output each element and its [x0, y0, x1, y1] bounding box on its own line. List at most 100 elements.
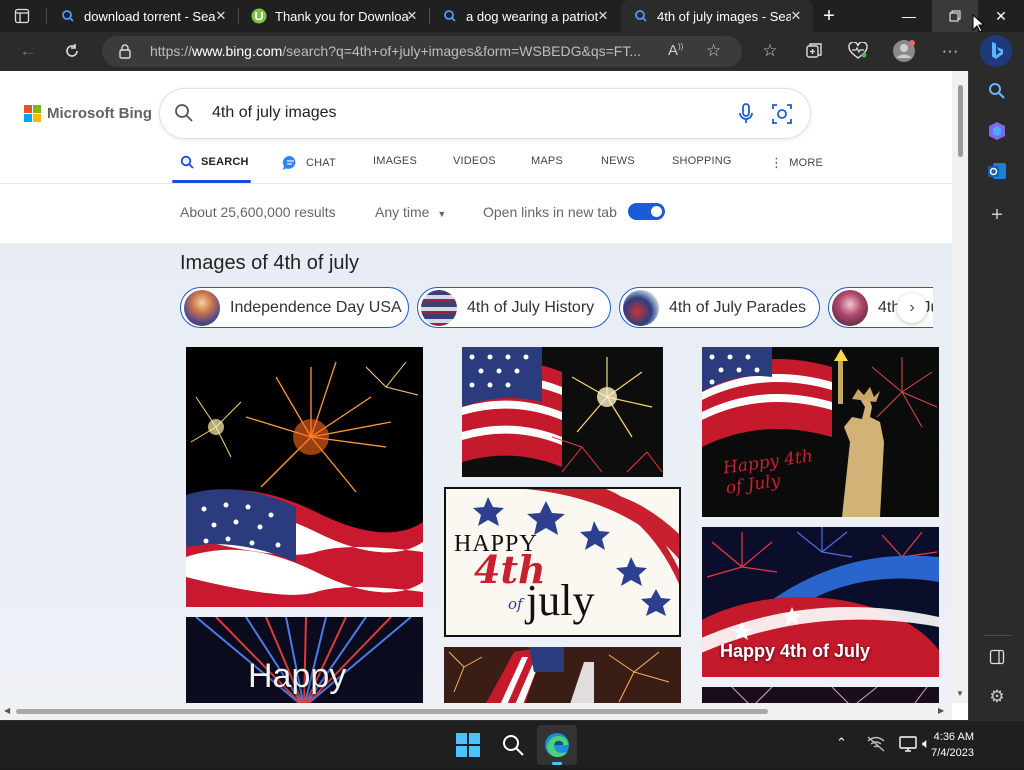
sidebar-settings-gear-icon[interactable]: ⚙	[985, 685, 1009, 709]
edge-icon	[545, 733, 569, 758]
browser-toolbar: ← https://www.bing.com/search?q=4th+of+j…	[0, 32, 1024, 71]
sidebar-add-icon[interactable]: +	[985, 203, 1009, 227]
open-links-toggle[interactable]	[628, 203, 665, 220]
favorite-star-icon[interactable]: ☆	[706, 41, 721, 61]
taskbar-search-icon[interactable]	[501, 733, 525, 762]
bing-logo[interactable]: Microsoft Bing	[24, 105, 152, 122]
tab-images[interactable]: IMAGES	[373, 155, 417, 167]
tile-happy-text: Happy	[248, 657, 347, 695]
close-tab-icon[interactable]: ✕	[787, 7, 805, 25]
image-result-flag-fireworks[interactable]	[462, 347, 663, 477]
chevron-right-icon[interactable]: ›	[897, 293, 927, 323]
sidebar-outlook-icon[interactable]	[985, 159, 1009, 183]
system-clock[interactable]: 4:36 AM 7/4/2023	[931, 729, 974, 761]
scroll-left-arrow-icon[interactable]: ◀	[4, 706, 10, 715]
back-arrow-icon[interactable]: ←	[14, 37, 42, 65]
url-prefix: https://	[150, 43, 193, 59]
volume-icon[interactable]: 🔈︎	[922, 735, 930, 752]
web-page: Microsoft Bing 4th of july images SEARCH…	[0, 71, 968, 720]
visual-search-icon[interactable]	[771, 103, 793, 130]
tab-chat[interactable]: CHAT	[282, 155, 336, 171]
read-aloud-icon[interactable]: A))	[668, 42, 683, 59]
caret-down-icon: ▼	[437, 209, 447, 219]
bing-search-icon	[442, 8, 458, 24]
bing-copilot-icon[interactable]	[980, 35, 1012, 67]
show-hidden-icons-chevron-icon[interactable]: ⌃	[836, 735, 847, 751]
horizontal-scrollbar[interactable]: ◀ ▶	[0, 703, 952, 720]
chip-4th-of-july-parades[interactable]: 4th of July Parades	[619, 287, 820, 328]
tab-label: SEARCH	[201, 156, 249, 168]
tab-label: MORE	[789, 157, 824, 169]
sidebar-hide-icon[interactable]	[985, 645, 1009, 669]
image-result-fireworks-flag[interactable]	[186, 347, 423, 607]
vertical-scrollbar[interactable]: ▼	[952, 71, 968, 703]
chip-label: 4th of July Parades	[669, 298, 806, 316]
close-tab-icon[interactable]: ✕	[212, 7, 230, 25]
tab-news[interactable]: NEWS	[601, 155, 635, 167]
tab-download-torrent[interactable]: download torrent - Sea ✕	[48, 0, 238, 32]
tab-separator	[46, 8, 47, 24]
image-result-happy-fireworks[interactable]: Happy	[186, 617, 423, 707]
tab-shopping[interactable]: SHOPPING	[672, 155, 732, 167]
open-links-label: Open links in new tab	[483, 204, 617, 220]
chip-thumbnail	[421, 289, 457, 326]
horizontal-scroll-thumb[interactable]	[16, 709, 768, 714]
clock-date: 7/4/2023	[931, 747, 974, 759]
card-july-text: july	[526, 576, 595, 625]
new-tab-icon[interactable]: +	[818, 6, 840, 26]
tab-actions-icon[interactable]	[14, 8, 30, 24]
tab-maps[interactable]: MAPS	[531, 155, 563, 167]
sidebar-copilot-icon[interactable]	[985, 119, 1009, 143]
tab-4th-of-july-images[interactable]: 4th of july images - Sea ✕	[621, 0, 813, 32]
time-filter-label: Any time	[375, 204, 430, 220]
chip-label: 4th of July History	[467, 298, 595, 316]
tab-thank-you[interactable]: Thank you for Download ✕	[239, 0, 429, 32]
search-input[interactable]: 4th of july images	[212, 104, 337, 122]
settings-more-icon[interactable]: ···	[936, 37, 964, 65]
chip-independence-day-usa[interactable]: Independence Day USA	[180, 287, 409, 328]
sidebar-search-icon[interactable]	[985, 79, 1009, 103]
profile-avatar[interactable]	[890, 37, 918, 65]
display-icon[interactable]	[898, 735, 918, 758]
time-filter-dropdown[interactable]: Any time ▼	[375, 204, 446, 220]
tab-videos[interactable]: VIDEOS	[453, 155, 496, 167]
tab-more[interactable]: ⋮ MORE	[770, 155, 823, 171]
utorrent-icon	[251, 8, 267, 24]
address-bar[interactable]: https://www.bing.com/search?q=4th+of+jul…	[102, 36, 742, 67]
network-disconnected-icon[interactable]	[866, 735, 886, 758]
chip-4th-of-july-history[interactable]: 4th of July History	[417, 287, 611, 328]
tab-title: Thank you for Download	[275, 8, 409, 24]
tab-label: IMAGES	[373, 155, 417, 167]
microphone-icon[interactable]	[738, 103, 754, 130]
images-heading[interactable]: Images of 4th of july	[180, 252, 359, 275]
refresh-icon[interactable]	[58, 37, 86, 65]
lock-icon[interactable]	[118, 43, 132, 64]
chip-thumbnail	[832, 289, 868, 326]
tab-search[interactable]: SEARCH	[180, 155, 249, 169]
image-result-statue-of-liberty[interactable]: Happy 4th of July	[702, 347, 939, 517]
search-icon[interactable]	[174, 103, 194, 128]
vertical-scroll-thumb[interactable]	[958, 85, 963, 157]
favorites-icon[interactable]: ☆	[756, 37, 784, 65]
edge-sidebar: + ⚙	[968, 71, 1024, 720]
browser-essentials-icon[interactable]	[844, 37, 872, 65]
image-result-happy-4th-card[interactable]: HAPPY 4th of july	[444, 487, 681, 637]
scroll-down-arrow-icon[interactable]: ▼	[956, 689, 964, 698]
windows-start-icon[interactable]	[456, 733, 480, 762]
bing-search-icon	[60, 8, 76, 24]
scroll-right-arrow-icon[interactable]: ▶	[938, 706, 944, 715]
search-box[interactable]: 4th of july images	[160, 89, 810, 138]
minimize-icon[interactable]: —	[886, 0, 932, 32]
tab-label: CHAT	[306, 157, 336, 169]
taskbar-edge-app[interactable]	[537, 725, 577, 765]
close-tab-icon[interactable]: ✕	[594, 7, 612, 25]
image-result-flag-4-fireworks[interactable]	[444, 647, 681, 707]
image-result-happy-4th-globe[interactable]: Happy 4th of July	[702, 527, 939, 677]
chip-thumbnail	[184, 289, 220, 326]
tab-dog-patriotic[interactable]: a dog wearing a patriot ✕	[430, 0, 620, 32]
close-tab-icon[interactable]: ✕	[403, 7, 421, 25]
search-icon	[180, 155, 194, 169]
tab-title: a dog wearing a patriot	[466, 8, 599, 24]
collections-icon[interactable]	[800, 37, 828, 65]
active-app-indicator	[552, 762, 562, 765]
